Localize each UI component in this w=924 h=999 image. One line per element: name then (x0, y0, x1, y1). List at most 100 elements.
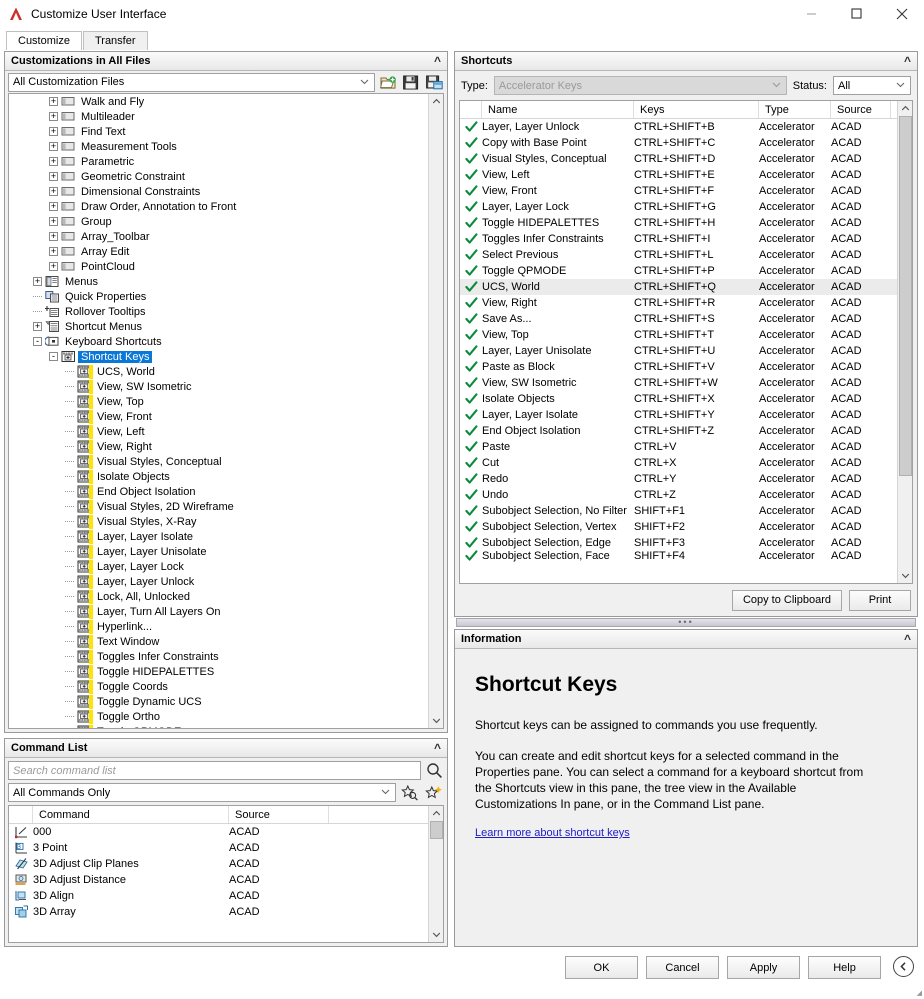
shortcut-row[interactable]: Subobject Selection, Vertex SHIFT+F2 Accel… (460, 519, 897, 535)
tree-item[interactable]: UCS, World (9, 364, 428, 379)
apply-button[interactable]: Apply (727, 956, 800, 979)
expand-node-icon[interactable]: + (49, 202, 58, 211)
tree-item[interactable]: Layer, Layer Isolate (9, 529, 428, 544)
shortcut-row[interactable]: View, SW Isometric CTRL+SHIFT+W Accelerato… (460, 375, 897, 391)
scroll-down-icon[interactable] (429, 713, 444, 728)
load-partial-customization-file-icon[interactable] (378, 73, 398, 92)
customizations-tree[interactable]: + Walk and Fly + Multileader + Find Text + Meas… (9, 94, 428, 728)
search-input[interactable]: Search command list (8, 761, 421, 780)
help-button[interactable]: Help (808, 956, 881, 979)
tree-item[interactable]: Toggle Coords (9, 679, 428, 694)
shortcut-row[interactable]: Paste as Block CTRL+SHIFT+V Accelerator ACA… (460, 359, 897, 375)
scroll-up-icon[interactable] (429, 94, 444, 109)
command-row[interactable]: 3D Adjust Distance ACAD (9, 872, 428, 888)
shortcut-row[interactable]: Select Previous CTRL+SHIFT+L Accelerator AC… (460, 247, 897, 263)
tree-item[interactable]: + Menus (9, 274, 428, 289)
shortcut-row[interactable]: Subobject Selection, Face SHIFT+F4 Acceler… (460, 550, 897, 562)
tree-item[interactable]: Toggle Dynamic UCS (9, 694, 428, 709)
tree-item[interactable]: View, Left (9, 424, 428, 439)
tree-item[interactable]: + Find Text (9, 124, 428, 139)
chevron-up-icon[interactable]: ^ (434, 54, 441, 68)
command-filter-combo[interactable]: All Commands Only (8, 783, 396, 802)
shortcuts-scrollbar[interactable] (897, 101, 912, 583)
tree-item[interactable]: Toggle HIDEPALETTES (9, 664, 428, 679)
source-column-header[interactable]: Source (229, 806, 329, 823)
search-icon[interactable] (424, 761, 444, 780)
shortcut-row[interactable]: View, Front CTRL+SHIFT+F Accelerator ACAD (460, 183, 897, 199)
new-command-icon[interactable] (424, 783, 444, 802)
shortcut-row[interactable]: Layer, Layer Lock CTRL+SHIFT+G Accelerator… (460, 199, 897, 215)
command-list-scrollbar[interactable] (428, 806, 443, 942)
ok-button[interactable]: OK (565, 956, 638, 979)
expand-node-icon[interactable]: + (49, 112, 58, 121)
tab-transfer[interactable]: Transfer (82, 31, 148, 50)
tree-item[interactable]: Rollover Tooltips (9, 304, 428, 319)
scroll-down-icon[interactable] (898, 568, 913, 583)
close-icon[interactable] (879, 0, 924, 27)
tree-item[interactable]: View, Top (9, 394, 428, 409)
type-column-header[interactable]: Type (759, 101, 831, 118)
shortcut-row[interactable]: Save As... CTRL+SHIFT+S Accelerator ACAD (460, 311, 897, 327)
tree-item[interactable]: Visual Styles, X-Ray (9, 514, 428, 529)
expand-node-icon[interactable]: + (49, 157, 58, 166)
tree-item[interactable]: Toggles Infer Constraints (9, 649, 428, 664)
tree-item[interactable]: + Group (9, 214, 428, 229)
shortcuts-scroll-thumb[interactable] (898, 116, 912, 476)
scroll-down-icon[interactable] (429, 927, 444, 942)
expand-node-icon[interactable]: + (33, 322, 42, 331)
collapse-panel-icon[interactable] (893, 956, 914, 977)
tree-item[interactable]: Layer, Layer Unisolate (9, 544, 428, 559)
save-as-icon[interactable] (424, 73, 444, 92)
shortcut-row[interactable]: View, Left CTRL+SHIFT+E Accelerator ACAD (460, 167, 897, 183)
name-column-header[interactable]: Name (482, 101, 634, 118)
shortcut-row[interactable]: Copy with Base Point CTRL+SHIFT+C Accelera… (460, 135, 897, 151)
command-row[interactable]: 3D Adjust Clip Planes ACAD (9, 856, 428, 872)
pane-splitter[interactable]: ••• (456, 618, 916, 627)
shortcut-row[interactable]: Paste CTRL+V Accelerator ACAD (460, 439, 897, 455)
chevron-up-icon[interactable]: ^ (434, 741, 441, 755)
minimize-icon[interactable] (789, 0, 834, 27)
expand-node-icon[interactable]: + (49, 187, 58, 196)
expand-node-icon[interactable]: + (49, 247, 58, 256)
chevron-up-icon[interactable]: ^ (904, 632, 911, 646)
expand-node-icon[interactable]: + (49, 97, 58, 106)
tree-item[interactable]: View, Right (9, 439, 428, 454)
shortcut-row[interactable]: Toggle QPMODE CTRL+SHIFT+P Accelerator ACAD (460, 263, 897, 279)
expand-node-icon[interactable]: + (49, 262, 58, 271)
shortcut-row[interactable]: Layer, Layer Unlock CTRL+SHIFT+B Accelerat… (460, 119, 897, 135)
tree-item[interactable]: Layer, Layer Lock (9, 559, 428, 574)
copy-to-clipboard-button[interactable]: Copy to Clipboard (731, 589, 842, 611)
chevron-up-icon[interactable]: ^ (904, 54, 911, 68)
tree-item[interactable]: + Parametric (9, 154, 428, 169)
tree-item[interactable]: + Draw Order, Annotation to Front (9, 199, 428, 214)
learn-more-link[interactable]: Learn more about shortcut keys (475, 827, 630, 839)
scroll-up-icon[interactable] (429, 806, 444, 821)
tree-item[interactable]: Layer, Layer Unlock (9, 574, 428, 589)
tree-item[interactable]: End Object Isolation (9, 484, 428, 499)
tree-item[interactable]: + Array Edit (9, 244, 428, 259)
command-row[interactable]: 3 3 Point ACAD (9, 840, 428, 856)
cancel-button[interactable]: Cancel (646, 956, 719, 979)
tree-item[interactable]: + Shortcut Menus (9, 319, 428, 334)
command-row[interactable]: 000 ACAD (9, 824, 428, 840)
tree-vertical-scrollbar[interactable] (428, 94, 443, 728)
shortcut-row[interactable]: Layer, Layer Unisolate CTRL+SHIFT+U Accele… (460, 343, 897, 359)
shortcut-row[interactable]: Isolate Objects CTRL+SHIFT+X Accelerator AC… (460, 391, 897, 407)
shortcut-row[interactable]: Toggle HIDEPALETTES CTRL+SHIFT+H Accelerat… (460, 215, 897, 231)
shortcut-row[interactable]: Layer, Layer Isolate CTRL+SHIFT+Y Accelera… (460, 407, 897, 423)
shortcut-status-combo[interactable]: All (833, 76, 911, 95)
tree-item[interactable]: Quick Properties (9, 289, 428, 304)
expand-node-icon[interactable]: + (49, 217, 58, 226)
tree-item[interactable]: Layer, Turn All Layers On (9, 604, 428, 619)
tab-customize[interactable]: Customize (6, 31, 82, 50)
find-command-icon[interactable] (400, 783, 420, 802)
maximize-icon[interactable] (834, 0, 879, 27)
expand-node-icon[interactable]: + (49, 172, 58, 181)
shortcut-row[interactable]: View, Right CTRL+SHIFT+R Accelerator ACAD (460, 295, 897, 311)
tree-item[interactable]: Hyperlink... (9, 619, 428, 634)
expand-node-icon[interactable]: + (33, 277, 42, 286)
resize-grip-icon[interactable]: ◢ (917, 989, 922, 997)
customization-file-combo[interactable]: All Customization Files (8, 72, 375, 92)
tree-item[interactable]: Toggle Ortho (9, 709, 428, 724)
shortcut-row[interactable]: End Object Isolation CTRL+SHIFT+Z Accelera… (460, 423, 897, 439)
